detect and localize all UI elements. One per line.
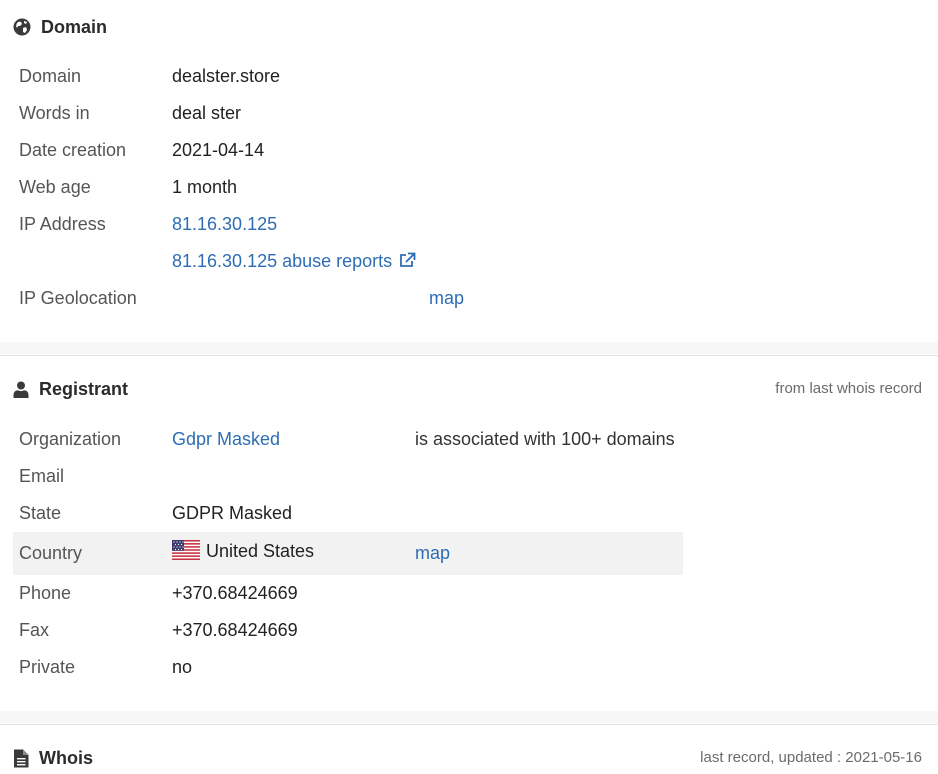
row-label: Organization: [19, 429, 122, 449]
organization-row: Organization Gdpr Masked is associated w…: [13, 421, 683, 458]
row-label: Phone: [19, 583, 72, 603]
row-label: Email: [19, 466, 65, 486]
row-label: Domain: [19, 66, 82, 86]
row-label: Fax: [19, 620, 50, 640]
row-value: deal ster: [172, 103, 242, 123]
last-record-note: last record, updated : 2021-05-16: [700, 749, 922, 766]
row-label: State: [19, 503, 62, 523]
domain-section: Domain Domain dealster.store Words in de…: [0, 0, 938, 342]
section-title: Whois: [39, 747, 93, 768]
abuse-reports-label: 81.16.30.125 abuse reports: [172, 251, 393, 271]
ip-address-row: IP Address 81.16.30.125: [13, 206, 683, 243]
row-label: Web age: [19, 177, 91, 197]
ip-address-link[interactable]: 81.16.30.125: [172, 206, 277, 243]
row-label: Words in: [19, 103, 90, 123]
associated-domains-text: is associated with 100+ domains: [415, 429, 675, 449]
row-value: no: [172, 657, 193, 677]
whois-section-header: Whois: [13, 745, 93, 771]
phone-row: Phone +370.68424669: [13, 575, 683, 612]
date-creation-row: Date creation 2021-04-14: [13, 132, 683, 169]
words-row: Words in deal ster: [13, 95, 683, 132]
abuse-reports-row: 81.16.30.125 abuse reports: [13, 243, 683, 280]
abuse-reports-link[interactable]: 81.16.30.125 abuse reports: [172, 243, 416, 280]
country-row: Country United States map: [13, 532, 683, 575]
row-label: IP Address: [19, 214, 106, 234]
whois-section: Whois last record, updated : 2021-05-16: [0, 725, 938, 774]
registrant-section: Registrant from last whois record Organi…: [0, 356, 938, 710]
domain-row: Domain dealster.store: [13, 58, 683, 95]
fax-row: Fax +370.68424669: [13, 612, 683, 649]
row-value: 2021-04-14: [172, 140, 265, 160]
web-age-row: Web age 1 month: [13, 169, 683, 206]
row-label: Country: [19, 543, 83, 563]
row-value: dealster.store: [172, 66, 281, 86]
domain-section-header: Domain: [13, 14, 107, 40]
row-label: IP Geolocation: [19, 288, 137, 308]
section-title: Registrant: [39, 378, 129, 399]
row-value: 1 month: [172, 177, 238, 197]
user-icon: [13, 381, 29, 398]
external-link-icon: [400, 252, 416, 268]
private-row: Private no: [13, 649, 683, 686]
geolocation-map-link[interactable]: map: [429, 280, 464, 317]
row-value: +370.68424669: [172, 583, 298, 603]
document-icon: [14, 749, 29, 767]
whois-source-note: from last whois record: [775, 380, 922, 397]
country-value: United States: [172, 532, 314, 571]
row-value: +370.68424669: [172, 620, 298, 640]
country-name: United States: [206, 541, 315, 561]
globe-icon: [13, 18, 31, 36]
organization-link[interactable]: Gdpr Masked: [172, 421, 280, 458]
email-row: Email: [13, 458, 683, 495]
row-value: GDPR Masked: [172, 503, 293, 523]
section-separator: [0, 711, 938, 723]
registrant-section-header: Registrant: [13, 376, 128, 402]
us-flag-icon: [172, 540, 200, 561]
section-title: Domain: [41, 16, 108, 37]
row-label: Date creation: [19, 140, 127, 160]
section-separator: [0, 342, 938, 354]
state-row: State GDPR Masked: [13, 495, 683, 532]
row-label: Private: [19, 657, 76, 677]
ip-geolocation-row: IP Geolocation map: [13, 280, 683, 317]
country-map-link[interactable]: map: [415, 532, 450, 575]
